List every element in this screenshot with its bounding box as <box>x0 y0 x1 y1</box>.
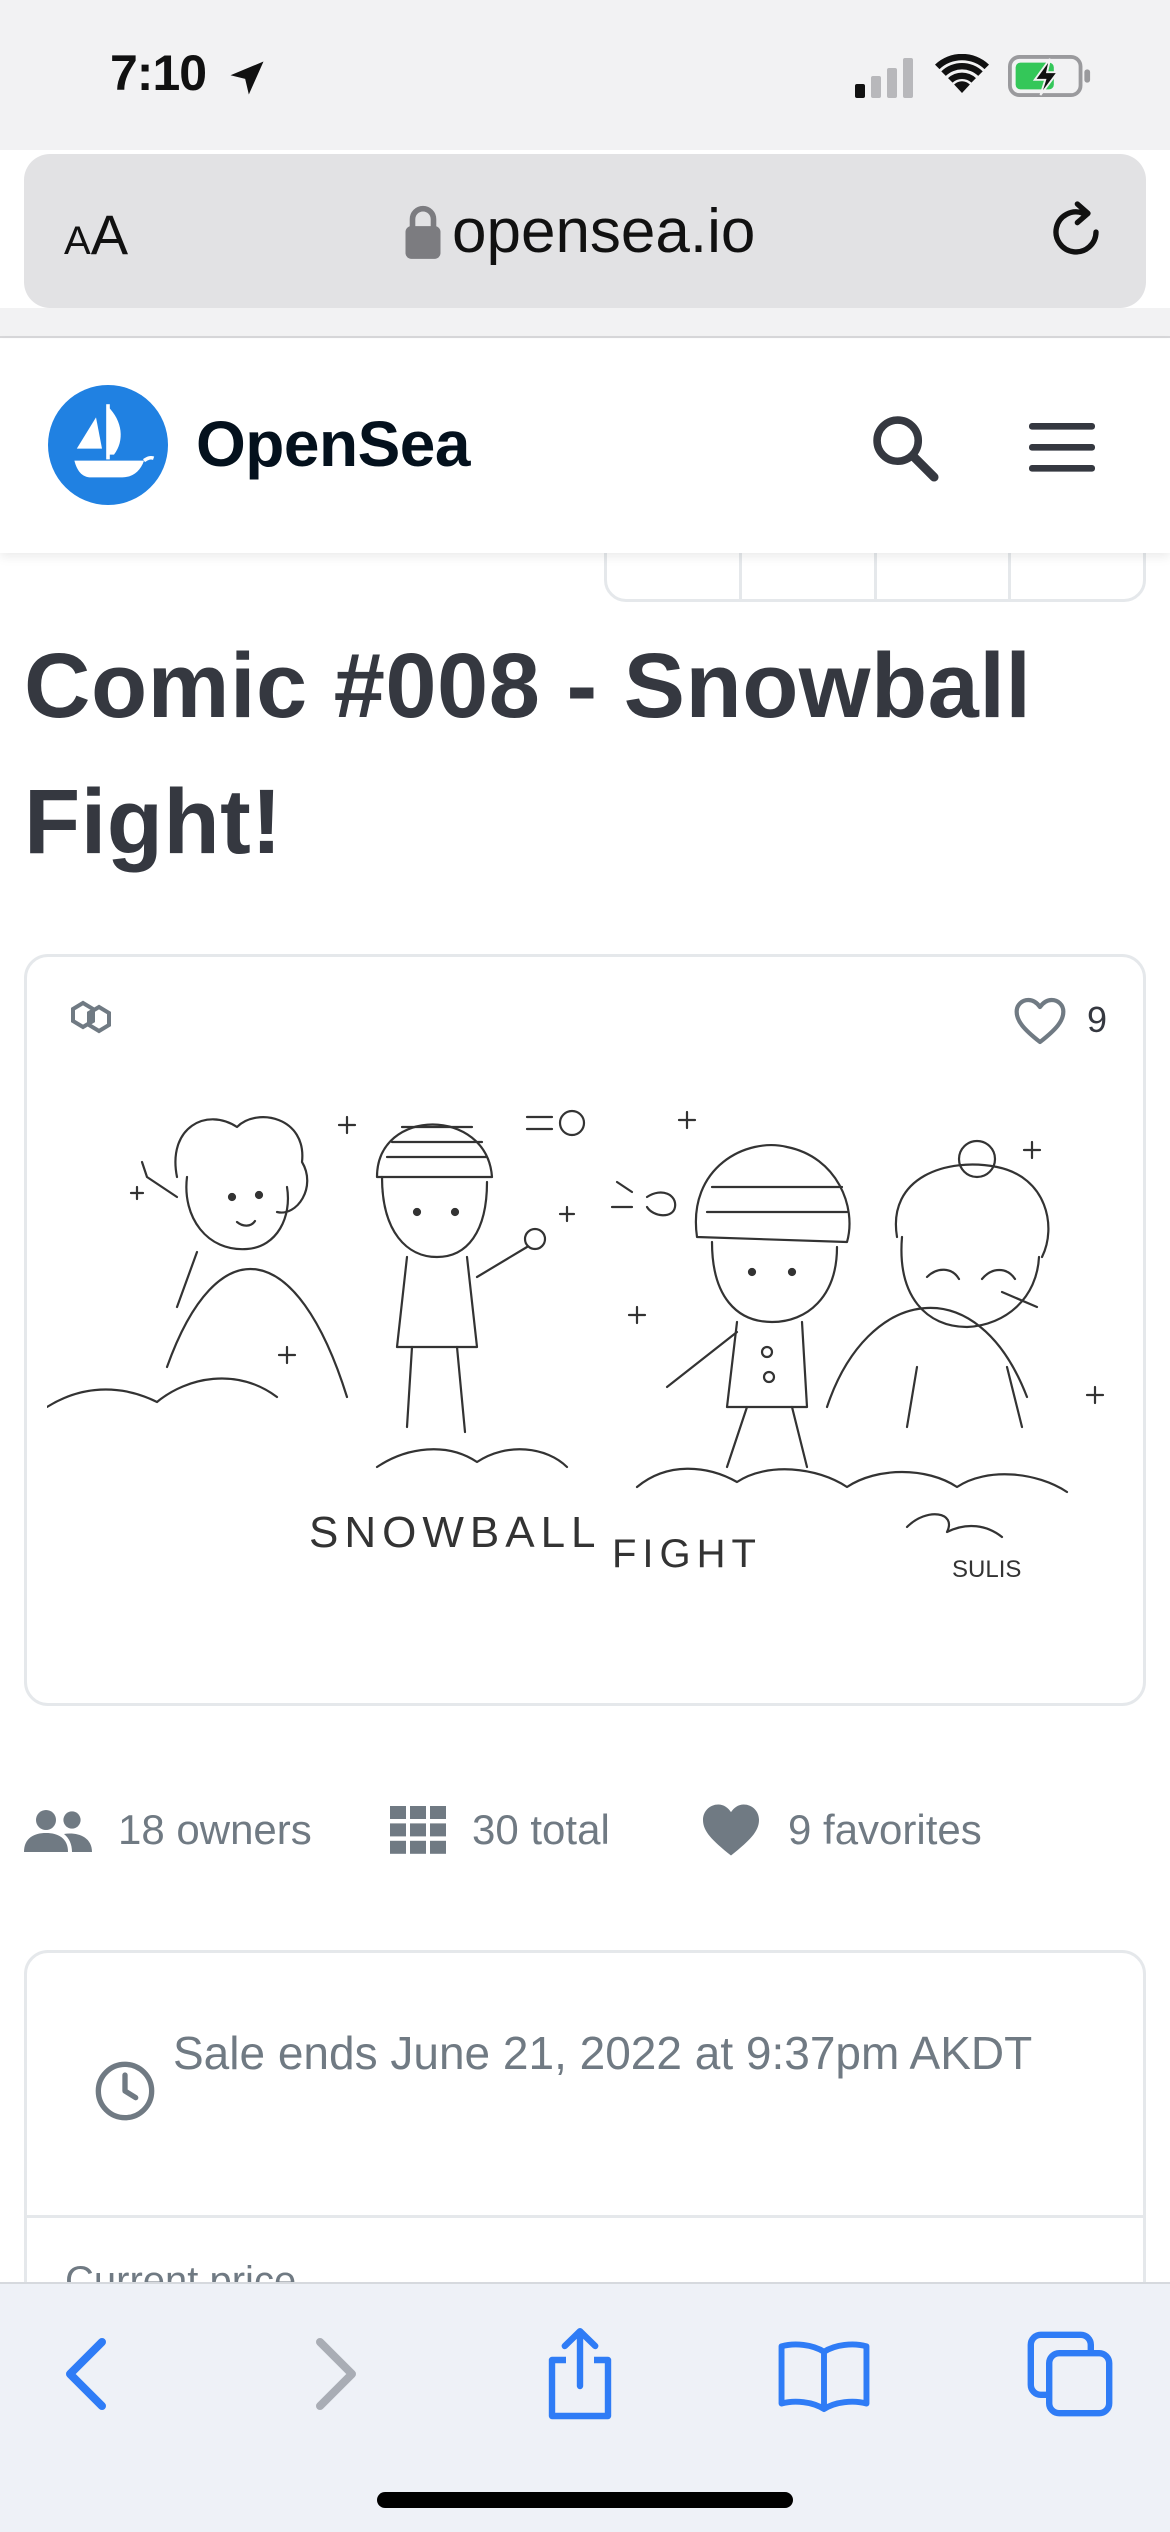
brand-name[interactable]: OpenSea <box>196 407 470 481</box>
favorites-stat[interactable]: 9 favorites <box>700 1800 982 1860</box>
favorite-count: 9 <box>1087 999 1108 1040</box>
back-button[interactable] <box>36 2324 136 2424</box>
lock-icon <box>405 205 441 259</box>
status-bar: 7:10 <box>0 0 1170 150</box>
search-icon[interactable] <box>866 409 942 485</box>
battery-charging-icon <box>1008 55 1091 97</box>
svg-text:FIGHT: FIGHT <box>612 1532 762 1576</box>
clock-icon <box>95 2061 155 2121</box>
share-icon <box>548 2328 612 2420</box>
heart-filled-icon <box>703 1804 759 1856</box>
asset-image-card: 9 SNOWBALL FIGHT SULIS <box>24 954 1146 1706</box>
favorites-count: 9 favorites <box>788 1806 982 1853</box>
text-size-button[interactable]: AA <box>64 202 128 267</box>
bookmarks-icon <box>778 2341 870 2413</box>
tabs-button[interactable] <box>1020 2324 1120 2424</box>
total-count: 30 total <box>472 1806 610 1853</box>
browser-chrome-divider <box>0 308 1170 338</box>
tabs-icon <box>1027 2331 1113 2417</box>
cellular-signal-icon <box>855 58 913 98</box>
total-stat: 30 total <box>390 1800 610 1860</box>
owners-stat[interactable]: 18 owners <box>24 1800 312 1860</box>
asset-stats: 18 owners 30 total 9 favorites <box>24 1790 1146 1870</box>
browser-toolbar <box>0 2282 1170 2532</box>
back-icon <box>66 2338 106 2410</box>
reload-icon[interactable] <box>1044 200 1108 264</box>
artwork-sketch[interactable]: SNOWBALL FIGHT SULIS <box>47 1067 1127 1627</box>
url-text[interactable]: opensea.io <box>452 196 755 267</box>
heart-outline-icon[interactable] <box>1012 995 1068 1047</box>
status-time: 7:10 <box>110 45 207 101</box>
grid-icon <box>390 1806 446 1854</box>
forward-button[interactable] <box>286 2324 386 2424</box>
share-button[interactable] <box>530 2324 630 2424</box>
svg-text:SNOWBALL: SNOWBALL <box>309 1508 602 1557</box>
people-icon <box>24 1810 92 1852</box>
home-indicator <box>377 2492 793 2508</box>
svg-text:SULIS: SULIS <box>952 1556 1021 1583</box>
sale-end-text: Sale ends June 21, 2022 at 9:37pm AKDT <box>173 2027 1033 2079</box>
asset-title: Comic #008 - Snowball Fight! <box>24 635 1032 873</box>
polygon-chain-icon[interactable] <box>65 997 117 1037</box>
menu-icon[interactable] <box>1024 417 1100 477</box>
divider <box>27 2215 1143 2218</box>
bookmarks-button[interactable] <box>774 2324 874 2424</box>
owners-count: 18 owners <box>118 1806 312 1853</box>
site-header: OpenSea <box>0 339 1170 553</box>
location-arrow-icon <box>230 61 264 95</box>
opensea-logo-icon[interactable] <box>48 385 168 505</box>
wifi-icon <box>935 54 989 93</box>
forward-icon <box>316 2338 356 2410</box>
url-bar[interactable]: AA opensea.io <box>24 154 1146 308</box>
